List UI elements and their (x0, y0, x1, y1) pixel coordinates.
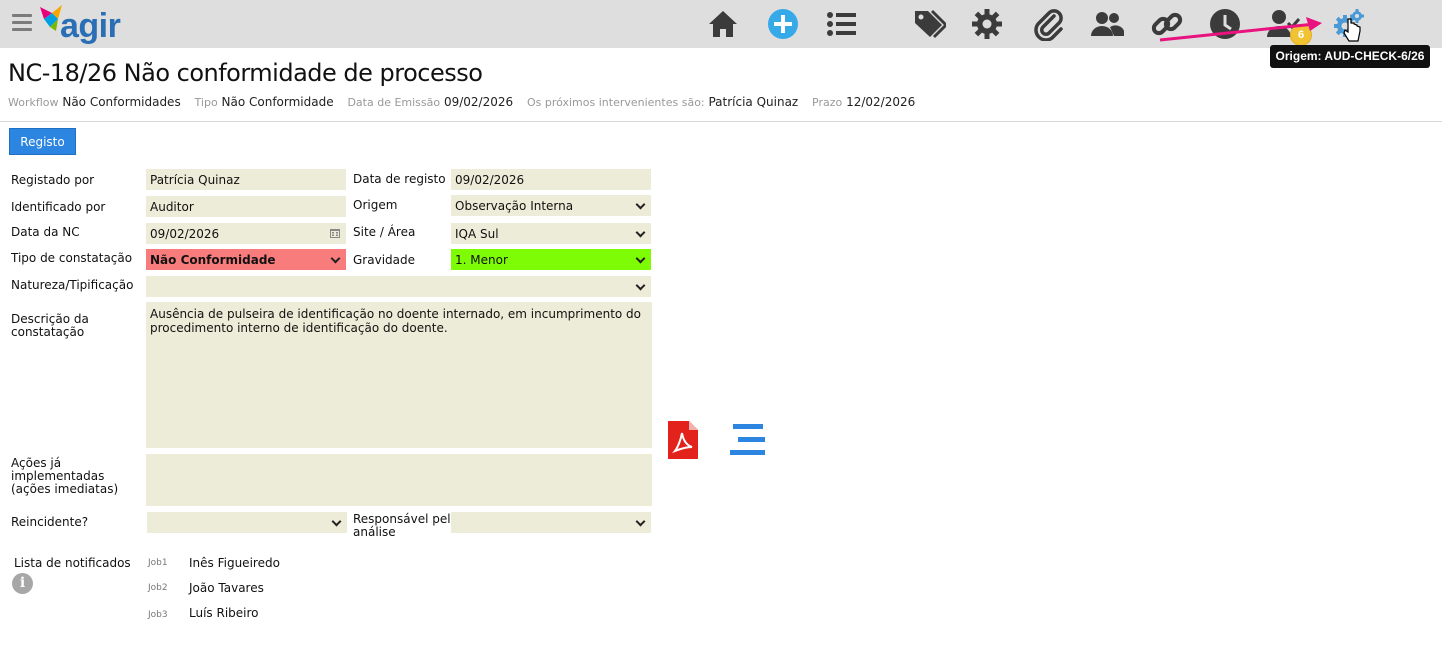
data-nc-value: 09/02/2026 (150, 227, 220, 241)
natureza-select[interactable] (146, 276, 651, 297)
app-logo[interactable]: agir (38, 3, 128, 47)
data-registo-field[interactable]: 09/02/2026 (451, 169, 651, 190)
pointer-arrow (1159, 17, 1322, 42)
label-responsavel: Responsável pela análise (353, 512, 458, 539)
site-area-select[interactable]: IQA Sul (451, 223, 651, 244)
label-descricao: Descrição da constatação (11, 312, 89, 339)
gravidade-select[interactable]: 1. Menor (451, 249, 651, 270)
pdf-icon[interactable] (668, 421, 698, 459)
label-notificados: Lista de notificados (14, 556, 131, 570)
notified-name: Inês Figueiredo (189, 556, 280, 570)
meta-intervenientes-key: Os próximos intervenientes são: (526, 96, 705, 109)
home-icon[interactable] (704, 6, 742, 42)
label-data-registo: Data de registo (353, 172, 446, 186)
label-registado-por: Registado por (11, 173, 95, 187)
calendar-icon[interactable] (330, 227, 340, 238)
meta-tipo-key: Tipo (194, 96, 218, 109)
meta-workflow-key: Workflow (8, 96, 59, 109)
label-acoes: Ações já implementadas (ações imediatas) (11, 456, 119, 496)
align-center-icon[interactable] (730, 424, 766, 456)
label-natureza: Natureza/Tipificação (11, 278, 134, 292)
identificado-por-field[interactable]: Auditor (146, 196, 346, 217)
meta-tipo-value: Não Conformidade (221, 95, 334, 109)
paperclip-icon[interactable] (1030, 6, 1068, 42)
mouse-cursor-icon (1343, 18, 1361, 42)
add-circle-icon[interactable] (764, 6, 802, 42)
tags-icon[interactable] (910, 6, 948, 42)
hamburger-menu-icon[interactable] (12, 14, 32, 32)
meta-emissao-key: Data de Emissão (347, 96, 441, 109)
header-divider (0, 121, 1442, 122)
label-data-nc: Data da NC (11, 225, 80, 239)
descricao-textarea[interactable]: Ausência de pulseira de identificação no… (146, 302, 652, 448)
job-label: Job2 (148, 583, 168, 593)
data-nc-field[interactable]: 09/02/2026 (146, 223, 346, 244)
job-label: Job3 (148, 610, 168, 620)
meta-workflow-value: Não Conformidades (62, 95, 181, 109)
tab-registo[interactable]: Registo (9, 128, 76, 155)
label-identificado-por: Identificado por (11, 200, 106, 214)
users-icon[interactable] (1088, 6, 1126, 42)
page-title: NC-18/26 Não conformidade de processo (8, 59, 483, 87)
meta-intervenientes-value: Patrícia Quinaz (708, 95, 799, 109)
reincidente-select[interactable] (147, 512, 347, 533)
top-toolbar: agir 6 (0, 0, 1442, 48)
gear-icon[interactable] (968, 6, 1006, 42)
list-icon[interactable] (822, 6, 860, 42)
notified-name: Luís Ribeiro (189, 606, 259, 620)
label-reincidente: Reincidente? (11, 515, 89, 529)
origem-select[interactable]: Observação Interna (451, 195, 651, 216)
label-origem: Origem (353, 198, 398, 212)
header-meta: Workflow Não Conformidades Tipo Não Conf… (8, 95, 925, 109)
job-label: Job1 (148, 558, 168, 568)
origin-tooltip: Origem: AUD-CHECK-6/26 (1270, 45, 1430, 68)
label-site-area: Site / Área (353, 225, 416, 239)
responsavel-select[interactable] (451, 512, 651, 533)
meta-emissao-value: 09/02/2026 (443, 95, 514, 109)
meta-prazo-value: 12/02/2026 (846, 95, 916, 109)
info-icon[interactable]: i (12, 573, 33, 594)
notified-name: João Tavares (189, 581, 264, 595)
label-tipo-constatacao: Tipo de constatação (11, 251, 133, 265)
label-gravidade: Gravidade (353, 253, 415, 267)
app-logo-text: agir (60, 7, 121, 45)
acoes-textarea[interactable] (146, 454, 652, 506)
tipo-constatacao-select[interactable]: Não Conformidade (146, 249, 346, 270)
registado-por-field[interactable]: Patrícia Quinaz (146, 169, 346, 190)
meta-prazo-key: Prazo (812, 96, 843, 109)
